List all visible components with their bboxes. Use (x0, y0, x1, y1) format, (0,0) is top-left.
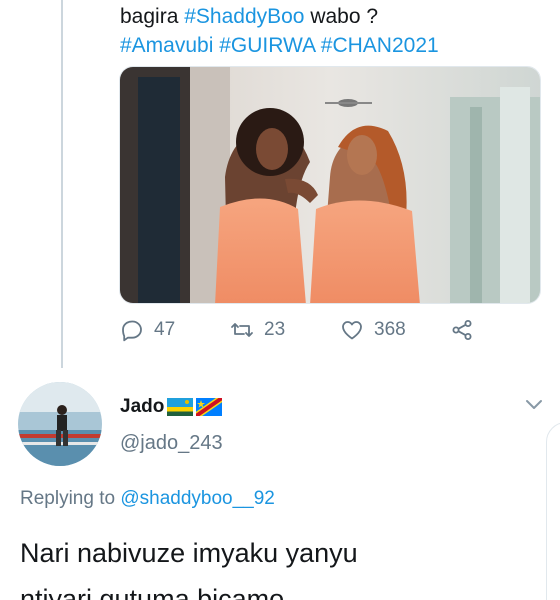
like-count: 368 (374, 319, 406, 340)
tweet-text-prefix: bagira (120, 5, 185, 28)
drc-flag-icon (196, 398, 223, 416)
chevron-down-icon[interactable] (524, 398, 544, 412)
rwanda-flag-icon (167, 398, 194, 416)
reply-author-name[interactable]: Jado (120, 396, 223, 418)
reply-button[interactable]: 47 (120, 318, 175, 342)
display-name: Jado (120, 396, 165, 417)
avatar-photo (18, 382, 102, 466)
hashtag-amavubi[interactable]: #Amavubi (120, 34, 213, 57)
like-button[interactable]: 368 (340, 318, 406, 342)
hashtag-guirwa[interactable]: #GUIRWA (219, 34, 315, 57)
replying-to-line: Replying to @shaddyboo__92 (20, 488, 275, 510)
reply-icon (122, 320, 142, 342)
retweet-count: 23 (264, 319, 286, 340)
reply-text: Nari nabivuze imyaku yanyu ntiyari gutum… (20, 530, 540, 600)
reply-author-handle[interactable]: @jado_243 (120, 432, 223, 455)
photo-two-women-in-towels (120, 67, 540, 303)
tweet-text: bagira #ShaddyBoo wabo ? #Amavubi #GUIRW… (120, 2, 550, 60)
reply-count: 47 (154, 319, 176, 340)
hashtag-shaddyboo[interactable]: #ShaddyBoo (184, 5, 304, 28)
replying-to-mention[interactable]: @shaddyboo__92 (120, 488, 275, 509)
floating-panel-edge (546, 422, 560, 600)
reply-text-line-2: ntiyari gutuma bicamo (20, 584, 285, 600)
replying-to-label: Replying to (20, 488, 121, 509)
tweet-text-suffix: wabo ? (304, 5, 379, 28)
hashtag-chan2021[interactable]: #CHAN2021 (321, 34, 439, 57)
tweet-text-line-1: bagira #ShaddyBoo wabo ? (120, 2, 550, 31)
thread-connector-line (61, 0, 63, 368)
heart-icon (342, 321, 362, 340)
retweet-button[interactable]: 23 (230, 318, 285, 342)
tweet-actions: 47 23 368 (120, 318, 500, 352)
share-icon (452, 320, 472, 340)
tweet-photo[interactable] (119, 66, 541, 304)
reply-text-line-1: Nari nabivuze imyaku yanyu (20, 538, 358, 568)
avatar[interactable] (18, 382, 102, 466)
share-button[interactable] (450, 318, 474, 342)
tweet-hashtags-line: #Amavubi #GUIRWA #CHAN2021 (120, 31, 550, 60)
retweet-icon (231, 323, 253, 337)
